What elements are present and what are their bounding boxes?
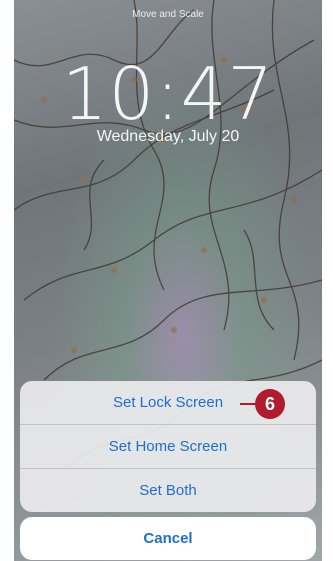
move-and-scale-caption: Move and Scale: [132, 9, 204, 20]
cancel-button[interactable]: Cancel: [20, 517, 316, 560]
set-home-screen-button[interactable]: Set Home Screen: [20, 425, 316, 469]
step-callout-badge: 6: [255, 389, 285, 419]
clock-time: 10:47: [61, 52, 275, 136]
set-both-button[interactable]: Set Both: [20, 469, 316, 512]
clock-date: Wednesday, July 20: [96, 128, 240, 145]
phone-screen: Move and Scale 10:47 Wednesday, July 20 …: [14, 0, 322, 561]
